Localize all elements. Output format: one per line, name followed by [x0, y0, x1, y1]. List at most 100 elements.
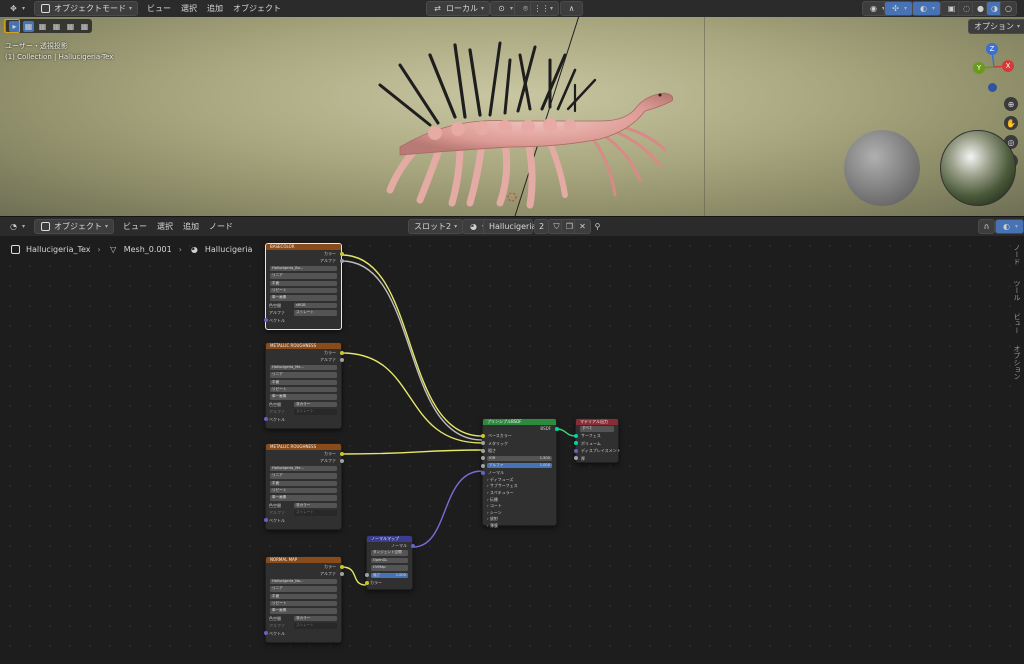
convention-dropdown[interactable]: OpenGL — [371, 557, 408, 564]
image-selector[interactable]: Hallucigeria_Me... — [270, 465, 337, 472]
node-menu-view[interactable]: ビュー — [118, 219, 152, 234]
sidebar-tab-view[interactable]: ビュー — [1012, 313, 1022, 334]
interpolation-dropdown[interactable]: リニア — [270, 273, 337, 279]
alpha-slider[interactable]: アルファ 1.000 — [487, 462, 552, 469]
mode-dropdown[interactable]: オブジェクトモード ▾ — [34, 1, 139, 16]
input-socket[interactable] — [573, 448, 578, 453]
output-socket[interactable] — [339, 251, 344, 256]
proportional-edit-toggle[interactable]: ∧ — [560, 1, 583, 16]
input-socket[interactable] — [480, 434, 485, 439]
panel-subsurface[interactable]: › サブサーフェス — [483, 483, 556, 490]
pin-button[interactable]: ⚲ — [590, 219, 605, 234]
output-socket[interactable] — [339, 451, 344, 456]
colorspace-dropdown[interactable]: sRGB — [294, 302, 337, 309]
material-user-count[interactable]: 2 — [534, 219, 550, 234]
output-socket[interactable] — [339, 350, 344, 355]
alpha-mode-dropdown[interactable]: ストレート — [294, 623, 337, 629]
menu-select[interactable]: 選択 — [176, 1, 202, 16]
output-socket[interactable] — [554, 426, 559, 431]
alpha-mode-dropdown[interactable]: ストレート — [294, 510, 337, 516]
panel-transmission[interactable]: › 伝播 — [483, 497, 556, 504]
image-selector[interactable]: Hallucigeria_No... — [270, 578, 337, 585]
extension-dropdown[interactable]: リピート — [270, 600, 337, 607]
image-selector[interactable]: Hallucigeria_Bo... — [270, 265, 337, 272]
input-socket[interactable] — [480, 471, 485, 476]
source-dropdown[interactable]: 単一画像 — [270, 394, 337, 400]
input-socket[interactable] — [573, 456, 578, 461]
menu-object[interactable]: オブジェクト — [228, 1, 286, 16]
source-dropdown[interactable]: 単一画像 — [270, 495, 337, 501]
projection-dropdown[interactable]: 平面 — [270, 280, 337, 287]
image-texture-node-basecolor[interactable]: BASECOLOR カラー アルファ Hallucigeria_Bo... リニ… — [263, 243, 344, 330]
menu-add[interactable]: 追加 — [202, 1, 228, 16]
source-dropdown[interactable]: 単一画像 — [270, 295, 337, 301]
input-socket[interactable] — [480, 441, 485, 446]
output-socket[interactable] — [339, 259, 344, 264]
space-dropdown[interactable]: タンジェント空間 — [371, 550, 408, 556]
extension-dropdown[interactable]: リピート — [270, 487, 337, 494]
x-axis-icon[interactable]: X — [1002, 60, 1014, 72]
panel-emission[interactable]: › 放射 — [483, 516, 556, 523]
transform-orientation-dropdown[interactable]: ⇄ ローカル ▾ — [426, 1, 491, 16]
input-socket[interactable] — [480, 448, 485, 453]
alpha-mode-dropdown[interactable]: ストレート — [294, 409, 337, 415]
output-socket[interactable] — [410, 543, 415, 548]
gizmo-toggle[interactable]: ✣ ▾ — [884, 1, 914, 16]
unlink-material-button[interactable]: ✕ — [574, 219, 591, 234]
material-name-field[interactable]: Hallucigeria — [483, 219, 536, 234]
source-dropdown[interactable]: 単一画像 — [270, 608, 337, 614]
colorspace-dropdown[interactable]: 非カラー — [294, 502, 337, 509]
pan-hand-icon[interactable]: ✋ — [1004, 116, 1018, 130]
colorspace-dropdown[interactable]: 非カラー — [294, 615, 337, 622]
image-texture-node-metallic-1[interactable]: METALLIC ROUGHNESS カラー アルファ Hallucigeria… — [263, 342, 344, 429]
projection-dropdown[interactable]: 平面 — [270, 593, 337, 600]
ior-field[interactable]: IOR 1.500 — [487, 455, 552, 462]
target-dropdown[interactable]: すべて — [580, 426, 614, 432]
editor-type-button[interactable]: ✥ ▾ — [3, 1, 30, 16]
panel-coat[interactable]: › コート — [483, 503, 556, 510]
z-axis-icon[interactable]: Z — [986, 43, 998, 55]
sidebar-tab-tool[interactable]: ツール — [1012, 280, 1022, 301]
input-socket[interactable] — [480, 456, 485, 461]
strength-slider[interactable]: 強さ 1.000 — [371, 572, 408, 579]
snap-target-dropdown[interactable]: ⋮⋮ ▾ — [530, 1, 560, 16]
node-menu-select[interactable]: 選択 — [152, 219, 178, 234]
zoom-icon[interactable]: ⊕ — [1004, 97, 1018, 111]
output-socket[interactable] — [339, 459, 344, 464]
input-socket[interactable] — [263, 417, 268, 422]
node-menu-add[interactable]: 追加 — [178, 219, 204, 234]
material-slot-dropdown[interactable]: スロット2 ▾ — [408, 219, 464, 234]
node-menu-node[interactable]: ノード — [204, 219, 238, 234]
extension-dropdown[interactable]: リピート — [270, 386, 337, 393]
interpolation-dropdown[interactable]: リニア — [270, 473, 337, 479]
colorspace-dropdown[interactable]: 非カラー — [294, 401, 337, 408]
input-socket[interactable] — [263, 518, 268, 523]
projection-dropdown[interactable]: 平面 — [270, 480, 337, 487]
output-socket[interactable] — [339, 564, 344, 569]
interpolation-dropdown[interactable]: リニア — [270, 586, 337, 592]
normal-map-node[interactable]: ノーマルマップ ノーマル タンジェント空間 OpenGL UVMap 強さ 1.0… — [364, 535, 415, 590]
uv-map-field[interactable]: UVMap — [371, 565, 408, 571]
snap-node-toggle[interactable]: ∩ — [978, 219, 995, 234]
3d-viewport[interactable]: ▸ ▦ ▦ ▦ ▦ ▦ ユーザー・透視投影 (1) Collection | H… — [0, 17, 1024, 216]
output-socket[interactable] — [339, 358, 344, 363]
input-socket[interactable] — [263, 318, 268, 323]
input-socket[interactable] — [573, 434, 578, 439]
projection-dropdown[interactable]: 平面 — [270, 379, 337, 386]
image-texture-node-metallic-2[interactable]: METALLIC ROUGHNESS カラー アルファ Hallucigeria… — [263, 443, 344, 530]
menu-view[interactable]: ビュー — [142, 1, 176, 16]
extension-dropdown[interactable]: リピート — [270, 287, 337, 294]
panel-thin-film[interactable]: › 薄膜 — [483, 523, 556, 530]
principled-bsdf-node[interactable]: プリンシプルBSDF BSDF ベースカラー メタリック 粗さ IOR 1.500… — [480, 418, 559, 528]
editor-type-button-node[interactable]: ◔ ▾ — [3, 219, 30, 234]
node-mode-dropdown[interactable]: オブジェクト ▾ — [34, 219, 115, 234]
panel-specular[interactable]: › スペキュラー — [483, 490, 556, 497]
node-overlay-toggle[interactable]: ◐ ▾ — [995, 219, 1024, 234]
material-output-node[interactable]: マテリアル出力 すべて サーフェス ボリューム ディスプレイスメント 厚 — [573, 418, 621, 463]
hallucigenia-model[interactable] — [360, 35, 690, 215]
input-socket[interactable] — [573, 441, 578, 446]
input-socket[interactable] — [263, 631, 268, 636]
y-axis-icon[interactable]: Y — [973, 62, 985, 74]
alpha-mode-dropdown[interactable]: ストレート — [294, 310, 337, 316]
sidebar-tab-node[interactable]: ノード — [1012, 244, 1022, 265]
